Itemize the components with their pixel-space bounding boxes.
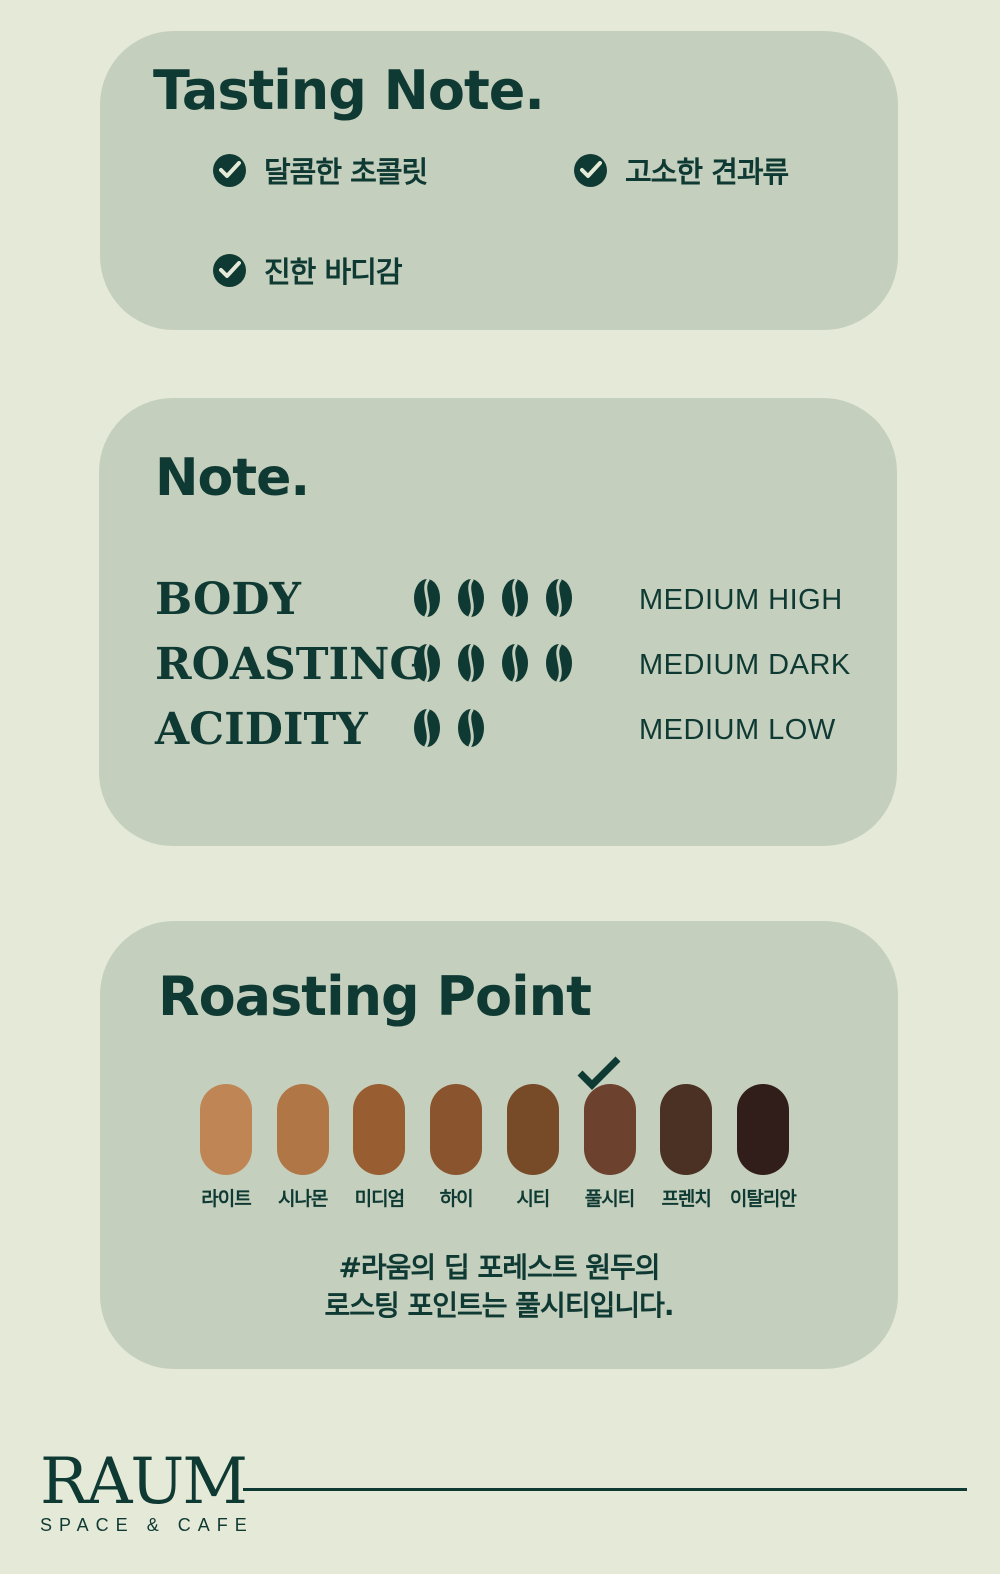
roast-stage-swatch [506,1084,559,1175]
note-row-level: MEDIUM DARK [639,649,851,681]
coffee-bean-icon [457,578,485,622]
coffee-bean-icon [545,578,573,622]
tasting-item-label: 고소한 견과류 [625,155,789,189]
coffee-bean-icon [501,578,529,622]
check-circle-icon [213,253,246,287]
coffee-bean-icon [413,708,441,752]
tasting-item-2: 고소한 견과류 [574,149,789,191]
roast-stage-swatch [430,1084,483,1175]
roast-stage-label: 이탈리안 [729,1188,797,1210]
roasting-point-card: Roasting Point 라이트 시나몬 미디엄 하이 시티 풀시티 프렌치이탈리안 #… [100,921,898,1369]
roast-stage-swatch [200,1084,252,1175]
coffee-bean-icon [457,643,485,687]
roast-stage: 이탈리안 [730,1084,797,1210]
check-circle-icon [574,153,607,187]
roast-stage: 시나몬 [276,1084,329,1210]
note-row-label: ACIDITY [155,704,368,755]
roast-stage-swatch [736,1084,789,1175]
roast-stage: 하이 [430,1084,483,1210]
note-row-acidity: ACIDITY MEDIUM LOW [155,700,875,760]
selected-check-icon [576,1055,622,1097]
note-row-level: MEDIUM LOW [639,714,836,746]
brand-name: RAUM [40,1445,248,1519]
tasting-item-1: 달콤한 초콜릿 [213,149,428,191]
tasting-note-title: Tasting Note. [153,59,545,122]
note-row-level: MEDIUM HIGH [639,584,843,616]
coffee-bean-icon [545,643,573,687]
coffee-bean-icon [501,643,529,687]
roast-caption-line-1: #라움의 딥 포레스트 원두의 [338,1251,660,1284]
tasting-item-3: 진한 바디감 [213,249,402,291]
tasting-item-label: 달콤한 초콜릿 [264,155,428,189]
note-row-body: BODY MEDIUM HIGH [155,570,875,630]
coffee-bean-icon [457,708,485,752]
brand-tagline: SPACE & CAFE [40,1515,254,1535]
coffee-bean-icon [413,578,441,622]
note-title: Note. [155,448,310,508]
tasting-note-card: Tasting Note. 달콤한 초콜릿 고소한 견과류 진한 바디감 [100,31,898,330]
roast-stage: 라이트 [200,1084,252,1210]
note-row-label: BODY [155,574,301,625]
roast-stage: 프렌치 [660,1084,713,1210]
coffee-bean-icon [413,643,441,687]
roast-stage: 시티 [506,1084,559,1210]
note-row-roasting: ROASTING MEDIUM DARK [155,635,875,695]
roast-stage-swatch [353,1084,406,1175]
note-card: Note. BODY MEDIUM HIGH ROASTING MEDIUM D… [99,398,897,846]
roast-stage-swatch [660,1084,713,1175]
roast-stage-swatch [276,1084,329,1175]
check-circle-icon [213,153,246,187]
brand-logo: RAUM SPACE & CAFE [40,1450,254,1536]
roast-stage: 미디엄 [353,1084,406,1210]
note-row-label: ROASTING [155,639,427,690]
roasting-point-title: Roasting Point [158,965,592,1028]
roast-stage-swatch [583,1084,636,1175]
roast-caption-line-2: 로스팅 포인트는 풀시티입니다. [324,1289,674,1322]
tasting-item-label: 진한 바디감 [264,255,402,289]
footer-divider [243,1488,967,1491]
roast-stage: 풀시티 [583,1084,636,1210]
